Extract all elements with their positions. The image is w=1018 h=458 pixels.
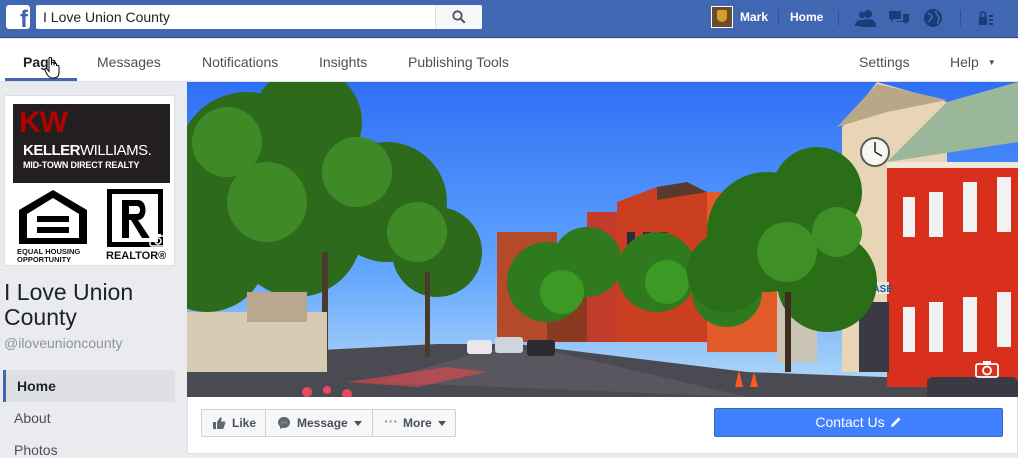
dropdown-arrow-icon bbox=[438, 421, 446, 426]
contact-us-button[interactable]: Contact Us bbox=[714, 408, 1003, 437]
search-box[interactable] bbox=[36, 5, 482, 29]
tab-publishing-tools[interactable]: Publishing Tools bbox=[408, 54, 509, 70]
dropdown-arrow-icon bbox=[354, 421, 362, 426]
privacy-shortcuts-icon[interactable] bbox=[977, 8, 999, 28]
keller-williams-logo: KW KELLERWILLIAMS. MID-TOWN DIRECT REALT… bbox=[13, 104, 170, 183]
brand-subtitle: MID-TOWN DIRECT REALTY bbox=[23, 160, 140, 170]
camera-icon[interactable] bbox=[975, 360, 999, 378]
profile-picture[interactable]: KW KELLERWILLIAMS. MID-TOWN DIRECT REALT… bbox=[4, 95, 175, 266]
facebook-logo-icon[interactable]: f bbox=[6, 5, 30, 29]
home-link[interactable]: Home bbox=[790, 10, 823, 24]
tab-messages[interactable]: Messages bbox=[97, 54, 161, 70]
sidebar-item-photos[interactable]: Photos bbox=[14, 442, 58, 458]
equal-housing-label: EQUAL HOUSING OPPORTUNITY bbox=[17, 247, 81, 264]
ellipsis-icon: ··· bbox=[384, 413, 398, 429]
page-action-bar: Like Message ··· More Contact Us bbox=[187, 397, 1018, 454]
realtor-label: REALTOR® bbox=[106, 250, 167, 262]
help-label: Help bbox=[950, 54, 979, 70]
search-input[interactable] bbox=[36, 5, 436, 29]
message-button[interactable]: Message bbox=[266, 409, 373, 437]
divider bbox=[960, 10, 961, 26]
street-scene-image: CHASE bbox=[187, 82, 1018, 397]
page-title: I Love Union County bbox=[4, 279, 134, 330]
friend-requests-icon[interactable] bbox=[855, 8, 877, 28]
hand-cursor-icon bbox=[44, 56, 60, 79]
divider bbox=[778, 10, 779, 26]
user-avatar[interactable] bbox=[711, 6, 733, 28]
thumbs-up-icon bbox=[213, 417, 226, 429]
brand-name: KELLERWILLIAMS. bbox=[23, 142, 152, 159]
search-button[interactable] bbox=[435, 5, 482, 29]
camera-icon[interactable] bbox=[149, 233, 167, 247]
top-bar: f Mark Home bbox=[0, 0, 1018, 38]
cover-photo[interactable]: CHASE bbox=[187, 82, 1018, 397]
more-button[interactable]: ··· More bbox=[372, 409, 456, 437]
page-admin-nav: Page Messages Notifications Insights Pub… bbox=[0, 39, 1018, 82]
tab-insights[interactable]: Insights bbox=[319, 54, 367, 70]
notifications-globe-icon[interactable] bbox=[922, 8, 944, 28]
divider bbox=[838, 10, 839, 26]
messenger-icon bbox=[278, 417, 290, 429]
pencil-edit-icon bbox=[890, 417, 901, 427]
search-icon bbox=[452, 10, 466, 24]
sidebar-item-about[interactable]: About bbox=[14, 410, 51, 426]
kw-logo-mark: KW bbox=[19, 106, 68, 139]
tab-notifications[interactable]: Notifications bbox=[202, 54, 278, 70]
page-username[interactable]: @iloveunioncounty bbox=[4, 335, 123, 351]
caret-down-icon: ▼ bbox=[987, 58, 996, 67]
active-tab-indicator bbox=[5, 78, 77, 81]
like-button[interactable]: Like bbox=[201, 409, 266, 437]
sidebar-item-home[interactable]: Home bbox=[3, 370, 175, 402]
settings-link[interactable]: Settings bbox=[859, 54, 910, 70]
help-menu[interactable]: Help ▼ bbox=[950, 54, 996, 70]
user-name-link[interactable]: Mark bbox=[740, 10, 768, 24]
equal-housing-icon bbox=[19, 190, 87, 244]
messages-icon[interactable] bbox=[888, 8, 910, 28]
